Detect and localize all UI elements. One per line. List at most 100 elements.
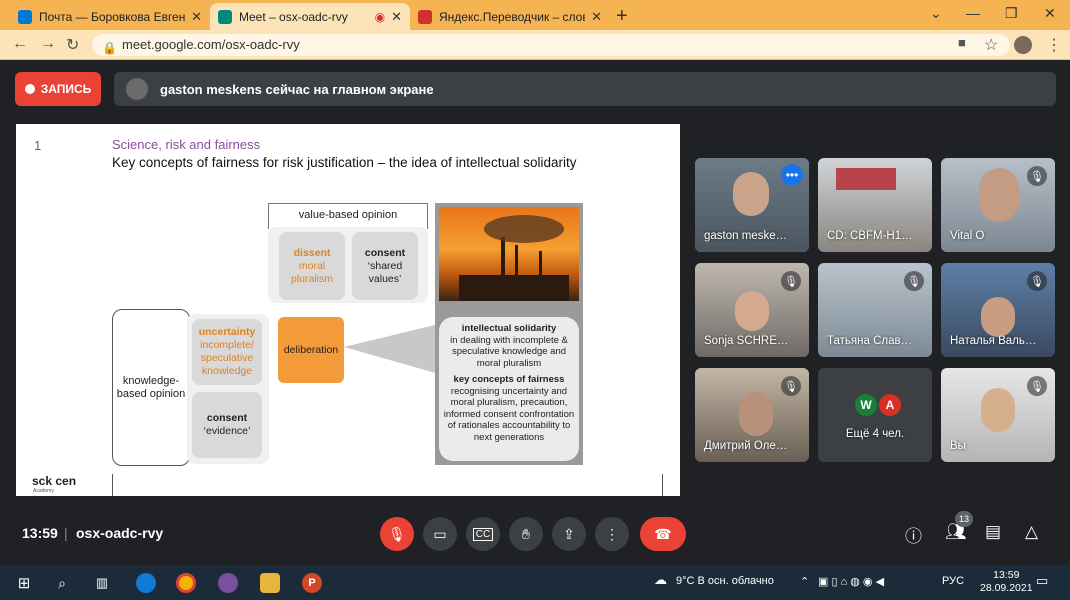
more-options-icon[interactable]: •••: [781, 164, 803, 186]
tab-meet[interactable]: Meet – osx-oadc-rvy ◉ ✕: [210, 3, 410, 30]
knowledge-based-label: knowledge-based opinion: [112, 309, 190, 466]
clock-time: 13:59: [993, 569, 1020, 581]
back-icon[interactable]: ←: [12, 35, 28, 53]
participant-face: [981, 297, 1015, 337]
bookmark-star-icon[interactable]: ☆: [984, 35, 998, 55]
camera-icon: ▭: [433, 525, 447, 542]
participant-name: Vital O: [950, 230, 985, 242]
restore-icon[interactable]: ❐: [1005, 5, 1018, 22]
reload-icon[interactable]: ↻: [66, 35, 79, 55]
participant-name: Наталья Валь…: [950, 335, 1037, 347]
consent-shared-text: ‘shared values’: [367, 259, 403, 285]
tab-mail[interactable]: Почта — Боровкова Евгения Се ✕: [10, 3, 210, 30]
consent-evidence-text: ‘evidence’: [203, 425, 251, 437]
tab-title: Почта — Боровкова Евгения Се: [39, 9, 186, 24]
participant-name: CD: CBFM-H1…: [827, 230, 913, 242]
participant-tile[interactable]: 🎙︎ Татьяна Слав…: [818, 263, 932, 357]
avatar: W: [855, 394, 877, 416]
more-participants-label: Ещё 4 чел.: [845, 428, 905, 440]
clock-date: 28.09.2021: [980, 582, 1033, 594]
viber-icon[interactable]: [218, 573, 238, 593]
participant-tile[interactable]: 🎙︎ Sonja SCHRE…: [695, 263, 809, 357]
smokestack-graphic: [459, 215, 569, 301]
camera-toggle-button[interactable]: ▭: [423, 517, 457, 551]
leave-call-button[interactable]: ☎︎: [640, 517, 686, 551]
participant-tile[interactable]: 🎙︎ Наталья Валь…: [941, 263, 1055, 357]
mic-off-icon: 🎙︎: [1027, 271, 1047, 291]
hand-icon: ✋︎: [522, 525, 530, 542]
mic-off-icon: 🎙︎: [388, 525, 406, 542]
edge-icon[interactable]: [136, 573, 156, 593]
tray-icons[interactable]: ▣ ▯ ⌂ ◍ ◉ ◀: [818, 575, 884, 588]
chat-icon[interactable]: ▤: [985, 522, 1001, 542]
powerpoint-icon[interactable]: P: [302, 573, 322, 593]
windows-taskbar: ⊞ ⌕ ▥ P ☁ 9°C В осн. облачно ⌃ ▣ ▯ ⌂ ◍ ◉…: [0, 565, 1070, 600]
sck-cen-logo: sck cen: [32, 474, 77, 488]
participant-tile[interactable]: 🎙︎ Vital O: [941, 158, 1055, 252]
mic-toggle-button[interactable]: 🎙︎: [380, 517, 414, 551]
menu-icon[interactable]: ⋮: [1046, 35, 1062, 55]
new-tab-button[interactable]: +: [616, 5, 628, 28]
tab-search-icon[interactable]: ⌄: [930, 5, 942, 22]
info-icon[interactable]: ⓘ: [905, 522, 922, 547]
record-label: ЗАПИСЬ: [40, 82, 92, 96]
lock-icon: 🔒: [102, 41, 117, 55]
participant-name: Sonja SCHRE…: [704, 335, 789, 347]
url-field[interactable]: 🔒 meet.google.com/osx-oadc-rvy: [92, 34, 1010, 56]
factory-photo: [439, 207, 579, 301]
tab-translate[interactable]: Яндекс.Переводчик – словарь и ✕: [410, 3, 610, 30]
chrome-icon[interactable]: [176, 573, 196, 593]
divider-left: [112, 474, 113, 496]
profile-avatar[interactable]: [1014, 36, 1032, 54]
slide-title: Science, risk and fairness: [112, 137, 261, 152]
record-button[interactable]: ЗАПИСЬ: [15, 72, 101, 106]
more-options-button[interactable]: ⋮: [595, 517, 629, 551]
more-participants-tile[interactable]: W A Ещё 4 чел.: [818, 368, 932, 462]
weather-text[interactable]: 9°C В осн. облачно: [676, 575, 774, 587]
close-icon[interactable]: ✕: [191, 9, 202, 25]
self-tile[interactable]: 🎙︎ Вы: [941, 368, 1055, 462]
close-window-icon[interactable]: ✕: [1044, 5, 1056, 22]
recording-icon: ◉: [374, 9, 386, 24]
minimize-icon[interactable]: —: [966, 5, 980, 21]
participant-face: [733, 172, 769, 216]
tray-chevron-icon[interactable]: ⌃: [800, 575, 809, 588]
consent-evidence-title: consent: [206, 412, 248, 424]
file-explorer-icon[interactable]: [260, 573, 280, 593]
search-icon[interactable]: ⌕: [52, 573, 72, 593]
weather-icon: ☁: [654, 572, 667, 587]
uncertainty-text: incomplete/ speculative knowledge: [200, 339, 254, 377]
address-bar-row: ← → ↻ 🔒 meet.google.com/osx-oadc-rvy ■ ☆…: [0, 30, 1070, 60]
participant-tile[interactable]: 🎙︎ Дмитрий Оле…: [695, 368, 809, 462]
mic-off-icon: 🎙︎: [1027, 166, 1047, 186]
mic-off-icon: 🎙︎: [781, 376, 801, 396]
notification-icon[interactable]: ▭: [1036, 573, 1048, 589]
camera-icon[interactable]: ■: [958, 35, 966, 50]
raise-hand-button[interactable]: ✋︎: [509, 517, 543, 551]
participant-name: Дмитрий Оле…: [704, 440, 788, 452]
meeting-time: 13:59: [22, 525, 58, 541]
mic-off-icon: 🎙︎: [1027, 376, 1047, 396]
participant-name: Вы: [950, 440, 966, 452]
participant-tile[interactable]: ••• gaston meske…: [695, 158, 809, 252]
language-indicator[interactable]: РУС: [942, 575, 964, 587]
presenting-text: gaston meskens сейчас на главном экране: [160, 81, 434, 97]
fairness-title: key concepts of fairness: [453, 374, 565, 385]
separator: |: [64, 525, 68, 541]
windows-start-icon[interactable]: ⊞: [14, 573, 34, 593]
avatar-group: W A: [855, 394, 901, 416]
task-view-icon[interactable]: ▥: [92, 573, 112, 593]
people-count-badge: 13: [955, 511, 973, 527]
captions-button[interactable]: CC: [466, 517, 500, 551]
mic-off-icon: 🎙︎: [781, 271, 801, 291]
present-button[interactable]: ⇪: [552, 517, 586, 551]
activities-icon[interactable]: △: [1025, 522, 1038, 542]
close-icon[interactable]: ✕: [591, 9, 602, 25]
participant-face: [735, 291, 769, 331]
uncertainty-title: uncertainty: [198, 326, 256, 338]
forward-icon[interactable]: →: [40, 35, 56, 53]
clock[interactable]: 13:59 28.09.2021: [980, 569, 1033, 595]
participant-tile[interactable]: CD: CBFM-H1…: [818, 158, 932, 252]
close-icon[interactable]: ✕: [391, 9, 402, 25]
consent-shared-title: consent: [364, 246, 406, 259]
